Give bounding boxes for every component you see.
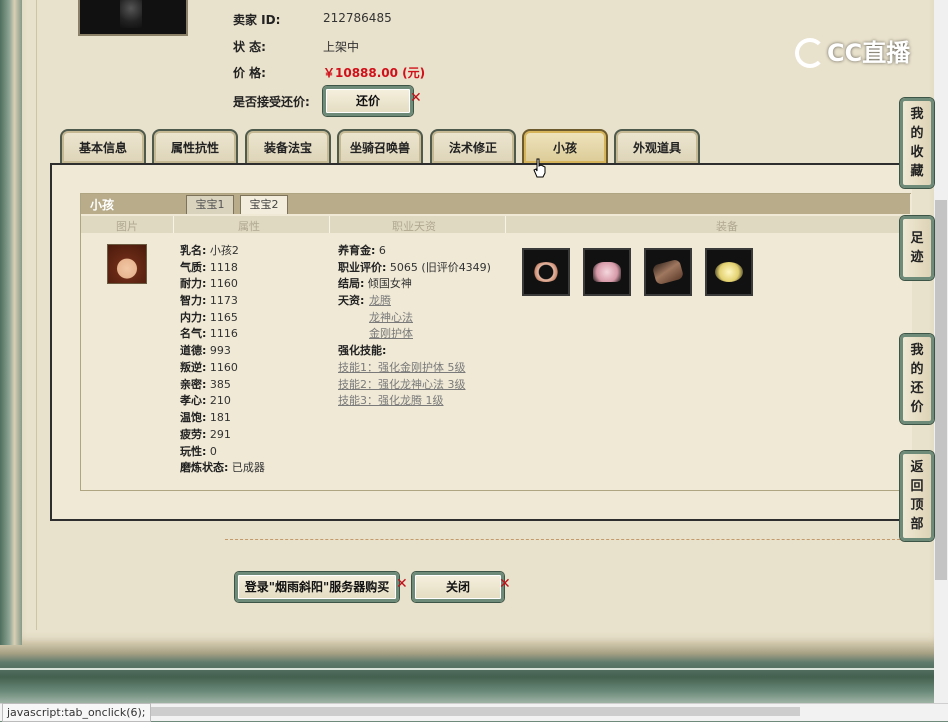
column-separator [329,216,330,233]
attr-row: 智力: 1173 [180,294,238,307]
tab-equipment[interactable]: 装备法宝 [245,129,331,163]
ending: 结局: 倾国女神 [338,277,412,290]
column-header-equipment: 装备 [716,220,738,233]
close-x-icon: ✕ [499,576,511,592]
column-separator [173,216,174,233]
attr-row: 耐力: 1160 [180,277,238,290]
tab-appearance[interactable]: 外观道具 [614,129,700,163]
attr-row: 内力: 1165 [180,311,238,324]
status-bar-url: javascript:tab_onclick(6); [2,703,151,722]
wreath-icon[interactable] [522,248,570,296]
tab-basic-info[interactable]: 基本信息 [60,129,146,163]
attr-row: 亲密: 385 [180,378,231,391]
talent-label: 天资: [338,294,365,307]
price-value: ￥10888.00 (元) [323,66,426,80]
attr-row: 道德: 993 [180,344,231,357]
counter-offer-button[interactable]: 还价 [323,86,413,116]
column-separator [505,216,506,233]
attr-row: 玩性: 0 [180,445,217,458]
tab-spell-correction[interactable]: 法术修正 [430,129,516,163]
side-nav-my-counteroffers[interactable]: 我的还价 [900,334,934,424]
pink-dress-icon[interactable] [583,248,631,296]
skill-link[interactable]: 技能1：强化金刚护体 5级 [338,360,466,376]
status-label: 状 态: [233,40,266,54]
seller-id-label: 卖家 ID: [233,13,281,27]
tab-mounts-summons[interactable]: 坐骑召唤兽 [337,129,423,163]
child-avatar [107,244,147,284]
frame-divider [0,668,948,670]
talent-link[interactable]: 金刚护体 [369,326,413,342]
career-rating: 职业评价: 5065 (旧评价4349) [338,261,491,274]
seller-id-value: 212786485 [323,11,392,25]
attr-row: 叛逆: 1160 [180,361,238,374]
divider [225,539,905,540]
item-image [78,0,188,36]
attr-row: 乳名: 小孩2 [180,244,239,257]
vertical-scrollbar-thumb[interactable] [935,200,947,580]
horizontal-scrollbar-thumb[interactable] [130,707,800,716]
table-header [81,216,910,233]
cc-logo-icon [795,38,825,68]
close-x-icon: ✕ [410,90,422,106]
cc-live-watermark: CC直播 [795,33,917,71]
window-frame-bottom [0,645,948,703]
close-button[interactable]: 关闭 [412,572,504,602]
side-nav-back-to-top[interactable]: 返回顶部 [900,451,934,541]
login-buy-button[interactable]: 登录"烟雨斜阳"服务器购买 [235,572,399,602]
subtab-baby-1[interactable]: 宝宝1 [186,195,234,214]
hand-cursor-icon [533,158,546,178]
column-header-attributes: 属性 [238,220,260,233]
ingot-icon[interactable] [705,248,753,296]
counter-offer-label: 是否接受还价: [233,95,310,109]
frame-divider [36,0,37,630]
column-header-career: 职业天资 [392,220,436,233]
attr-row: 磨炼状态: 已成器 [180,461,265,474]
child-section-title: 小孩 [90,198,115,212]
attr-row: 名气: 1116 [180,327,238,340]
window-frame-left [0,0,24,660]
skill-link[interactable]: 技能3：强化龙腾 1级 [338,393,444,409]
nurture-money: 养育金: 6 [338,244,386,257]
side-nav-favorites[interactable]: 我的收藏 [900,98,934,188]
attr-row: 疲劳: 291 [180,428,231,441]
talent-link[interactable]: 龙神心法 [369,310,413,326]
price-label: 价 格: [233,66,266,80]
instrument-icon[interactable] [644,248,692,296]
attr-row: 气质: 1118 [180,261,238,274]
side-nav-footprints[interactable]: 足迹 [900,216,934,280]
talent-link[interactable]: 龙腾 [369,293,391,309]
attr-row: 温饱: 181 [180,411,231,424]
attr-row: 孝心: 210 [180,394,231,407]
status-value: 上架中 [323,40,360,54]
tab-attributes[interactable]: 属性抗性 [152,129,238,163]
column-header-picture: 图片 [116,220,138,233]
skill-link[interactable]: 技能2：强化龙神心法 3级 [338,377,466,393]
enhanced-skills-label: 强化技能: [338,344,387,357]
subtab-baby-2[interactable]: 宝宝2 [240,195,288,214]
close-x-icon: ✕ [396,576,408,592]
